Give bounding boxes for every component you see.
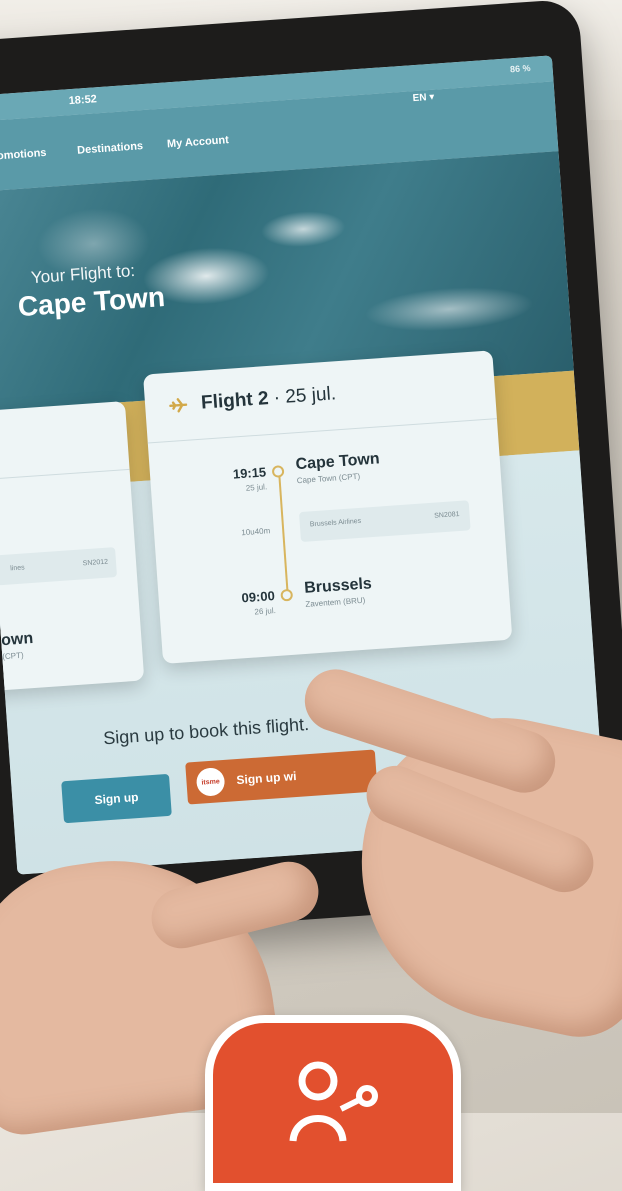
flight-label: Flight 2 — [200, 388, 270, 414]
arrival-date: 26 jul. — [254, 605, 277, 617]
arrival-city: own — [0, 630, 34, 650]
airline-name: Brussels Airlines — [309, 517, 362, 529]
timeline-line — [278, 473, 289, 594]
flight-number: SN2012 — [82, 558, 109, 568]
flight-card-1[interactable]: ) lines SN2012 own (CPT) — [0, 401, 145, 693]
card-title: Flight 2 · 25 jul. — [200, 383, 336, 414]
flight-date: · 25 jul. — [267, 383, 337, 409]
airline-chip: Brussels Airlines SN2081 — [298, 500, 471, 543]
arrival-city: Brussels — [303, 575, 373, 597]
battery-indicator: 86 % — [509, 62, 531, 75]
plane-icon — [169, 396, 188, 415]
arrival-airport: (CPT) — [2, 650, 24, 662]
nav-item-my-account[interactable]: My Account — [167, 134, 230, 150]
nav-item-destinations[interactable]: Destinations — [77, 140, 144, 157]
person-share-icon — [289, 1061, 378, 1142]
flight-duration: 10u40m — [241, 526, 271, 538]
departure-time: 19:15 — [232, 464, 267, 482]
airline-chip: lines SN2012 — [0, 547, 118, 586]
partner-button-label: Sign up wi — [236, 768, 297, 788]
card-header — [0, 401, 130, 482]
nav-item-promotions[interactable]: Promotions — [0, 147, 47, 163]
signup-button[interactable]: Sign up — [61, 773, 172, 824]
arrival-airport: Zaventem (BRU) — [305, 595, 366, 609]
language-selector[interactable]: EN ▾ — [412, 92, 434, 104]
brand-badge — [205, 1015, 461, 1191]
status-time: 18:52 — [68, 93, 98, 108]
flight-number: SN2081 — [434, 510, 460, 520]
partner-logo-icon: itsme — [195, 767, 226, 797]
flight-card-2[interactable]: Flight 2 · 25 jul. 19:15 25 jul. Cape To… — [143, 350, 513, 664]
arrival-dot — [280, 588, 294, 602]
airline-name: lines — [9, 564, 25, 573]
arrival-time: 09:00 — [241, 588, 276, 606]
departure-city: Cape Town — [295, 450, 381, 474]
departure-dot — [271, 465, 285, 478]
departure-airport: Cape Town (CPT) — [296, 471, 361, 486]
departure-date: 25 jul. — [245, 482, 268, 493]
